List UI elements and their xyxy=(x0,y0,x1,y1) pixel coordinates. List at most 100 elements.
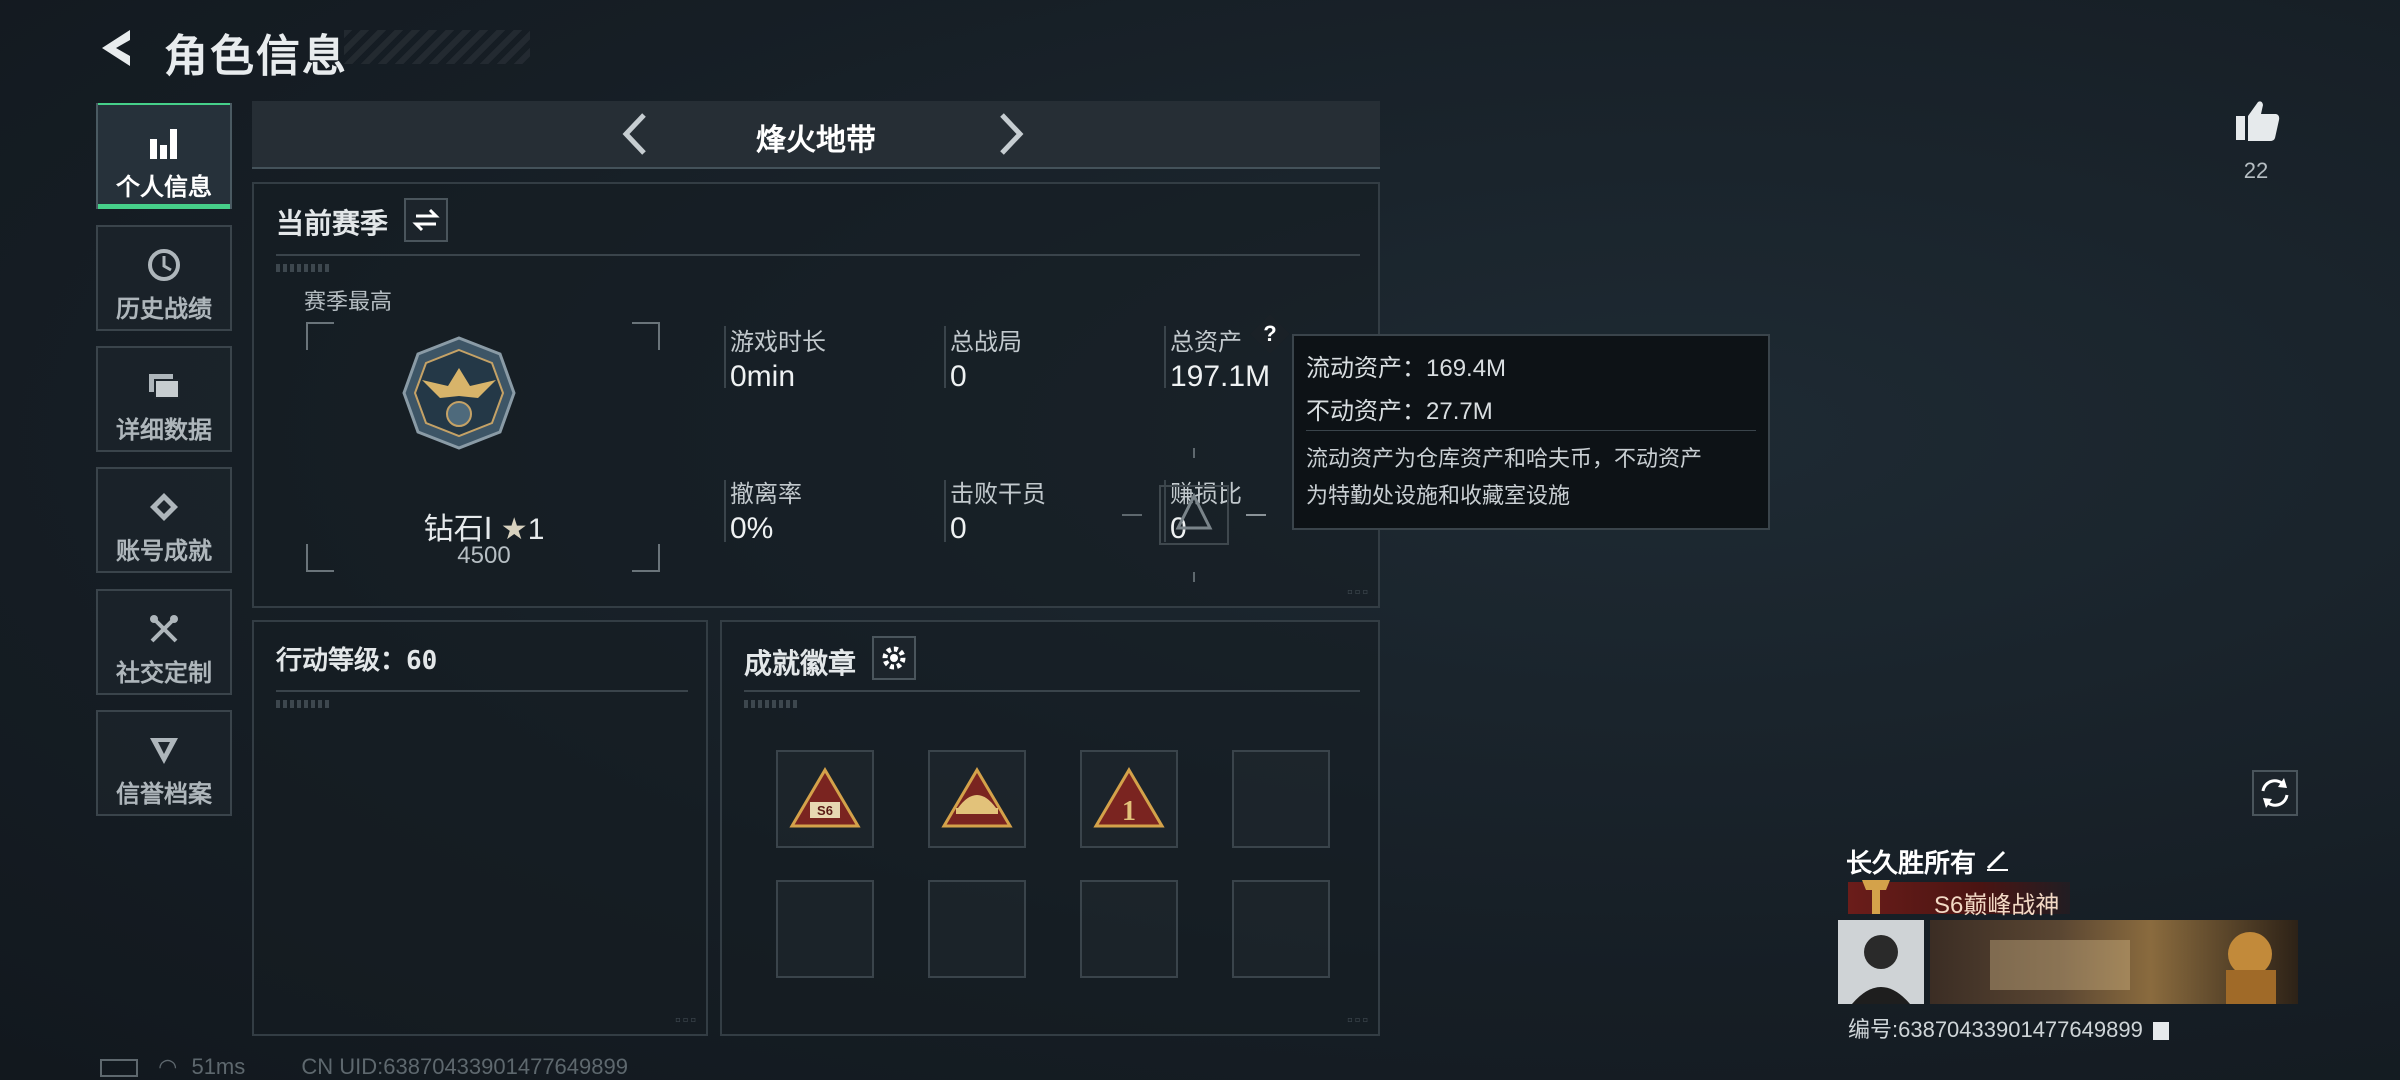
divider xyxy=(276,690,688,692)
badge-slot[interactable]: 1 xyxy=(1080,750,1178,848)
mode-title: 烽火地带 xyxy=(756,124,876,157)
profile-card-background xyxy=(1930,920,2298,1004)
diamond-rank-emblem-icon xyxy=(402,336,516,450)
stat-value: 0 xyxy=(950,512,967,545)
sidebar-item-social-custom[interactable]: 社交定制 xyxy=(96,589,232,695)
swap-icon xyxy=(412,208,440,232)
divider xyxy=(724,480,726,542)
sidebar-item-label: 账号成就 xyxy=(116,538,212,565)
folder-icon xyxy=(149,374,180,399)
back-arrow-icon[interactable] xyxy=(96,26,140,70)
corner-decoration: ▫▫▫ xyxy=(1346,584,1370,601)
sidebar-item-reputation[interactable]: 信誉档案 xyxy=(96,710,232,816)
badge-slot-empty[interactable] xyxy=(776,880,874,978)
helmet-badge-icon xyxy=(941,767,1013,828)
rank-points: 4500 xyxy=(457,542,511,569)
fixed-assets: 不动资产：27.7M xyxy=(1306,398,1493,425)
title-emblem-icon xyxy=(1862,880,1890,914)
tools-icon xyxy=(150,615,178,643)
uid-text: CN UID:63870433901477649899 xyxy=(301,1054,628,1079)
badge-slot[interactable] xyxy=(928,750,1026,848)
player-name: 长久胜所有 xyxy=(1846,848,1977,878)
sidebar-item-label: 详细数据 xyxy=(116,417,212,444)
chevron-right-icon[interactable] xyxy=(984,109,1034,159)
history-icon xyxy=(148,249,180,281)
refresh-button[interactable] xyxy=(2252,770,2298,816)
sidebar-item-label: 个人信息 xyxy=(116,174,212,201)
page-title: 角色信息 xyxy=(164,32,348,81)
badge-slot-empty[interactable] xyxy=(1232,880,1330,978)
player-title: S6巅峰战神 xyxy=(1934,892,2060,919)
s6-badge-icon: S6 xyxy=(789,767,861,828)
bracket xyxy=(632,322,660,350)
sidebar-item-achievements[interactable]: 账号成就 xyxy=(96,467,232,573)
liquid-assets: 流动资产：169.4M xyxy=(1306,355,1507,382)
decoration-lines xyxy=(276,700,332,708)
stat-value: 0min xyxy=(730,360,796,393)
sidebar-item-personal-info[interactable]: 个人信息 xyxy=(96,103,232,209)
stat-value: 0% xyxy=(730,512,774,545)
sidebar-item-history[interactable]: 历史战绩 xyxy=(96,225,232,331)
badge-slot-empty[interactable] xyxy=(928,880,1026,978)
thumbs-up-icon[interactable] xyxy=(2232,96,2282,146)
panel-title: 当前赛季 xyxy=(276,208,389,239)
reputation-icon xyxy=(150,738,178,764)
season-best-label: 赛季最高 xyxy=(304,289,393,314)
battery-icon xyxy=(100,1059,138,1078)
player-id: 编号:63870433901477649899 xyxy=(1848,1012,2169,1044)
stat-label: 撤离率 xyxy=(730,481,802,508)
sidebar-item-label: 社交定制 xyxy=(116,660,212,687)
decoration-lines xyxy=(744,700,800,708)
sidebar-item-detailed-data[interactable]: 详细数据 xyxy=(96,346,232,452)
stat-label: 总战局 xyxy=(950,329,1022,356)
badge-slot-empty[interactable] xyxy=(1232,750,1330,848)
divider xyxy=(744,690,1360,692)
swap-season-button[interactable] xyxy=(404,198,448,242)
title-decoration xyxy=(344,30,530,64)
gear-icon xyxy=(882,646,906,670)
stat-value: 197.1M xyxy=(1170,360,1271,393)
operator-artwork-icon xyxy=(1990,932,2276,1004)
player-id-text: 编号:63870433901477649899 xyxy=(1848,1017,2143,1042)
sidebar-item-label: 历史战绩 xyxy=(116,296,212,323)
panel-title: 成就徽章 xyxy=(744,648,857,679)
decoration-lines xyxy=(276,264,332,272)
help-icon: ? xyxy=(1263,321,1277,346)
action-level-label: 行动等级：60 xyxy=(276,646,438,676)
divider xyxy=(944,480,946,542)
divider xyxy=(944,326,946,388)
badge-slot[interactable]: S6 xyxy=(776,750,874,848)
status-footer: ◠ 51ms CN UID:63870433901477649899 xyxy=(100,1054,628,1080)
action-level-panel: 行动等级：60 ▫▫▫ xyxy=(252,620,708,1036)
copy-icon[interactable] xyxy=(2152,1022,2169,1041)
stat-label: 击败干员 xyxy=(950,481,1046,508)
badge-settings-button[interactable] xyxy=(872,636,916,680)
achievement-icon xyxy=(150,493,178,521)
current-season-panel: 当前赛季 赛季最高 钻石Ⅰ ★1 4500 游戏时长 0min 总战局 0 总资… xyxy=(252,182,1380,608)
divider xyxy=(1164,326,1166,388)
divider xyxy=(1306,430,1756,431)
divider xyxy=(724,326,726,388)
corner-decoration: ▫▫▫ xyxy=(674,1012,698,1029)
sidebar-item-label: 信誉档案 xyxy=(116,781,212,808)
badge-text: S6 xyxy=(817,803,833,818)
assets-description-line-1: 流动资产为仓库资产和哈夫币，不动资产 xyxy=(1306,446,1703,471)
wifi-icon: ◠ xyxy=(158,1054,178,1079)
stat-label: 总资产 xyxy=(1170,329,1242,356)
refresh-icon xyxy=(2261,778,2289,808)
stat-value: 0 xyxy=(950,360,967,393)
bracket xyxy=(306,322,334,350)
crosshair-icon xyxy=(1122,448,1266,582)
like-count: 22 xyxy=(2243,158,2269,183)
avatar-portrait-icon xyxy=(1838,920,1924,1004)
edit-icon[interactable] xyxy=(1984,846,2010,872)
corner-decoration: ▫▫▫ xyxy=(1346,1012,1370,1029)
stat-label: 游戏时长 xyxy=(730,329,826,356)
avatar[interactable] xyxy=(1838,920,1924,1004)
assets-tooltip: 流动资产：169.4M 不动资产：27.7M 流动资产为仓库资产和哈夫币，不动资… xyxy=(1292,334,1770,530)
divider xyxy=(276,254,1360,256)
badge-slot-empty[interactable] xyxy=(1080,880,1178,978)
assets-description-line-2: 为特勤处设施和收藏室设施 xyxy=(1306,483,1571,508)
rank-one-badge-icon: 1 xyxy=(1093,767,1165,828)
mode-selector: 烽火地带 xyxy=(252,101,1380,169)
